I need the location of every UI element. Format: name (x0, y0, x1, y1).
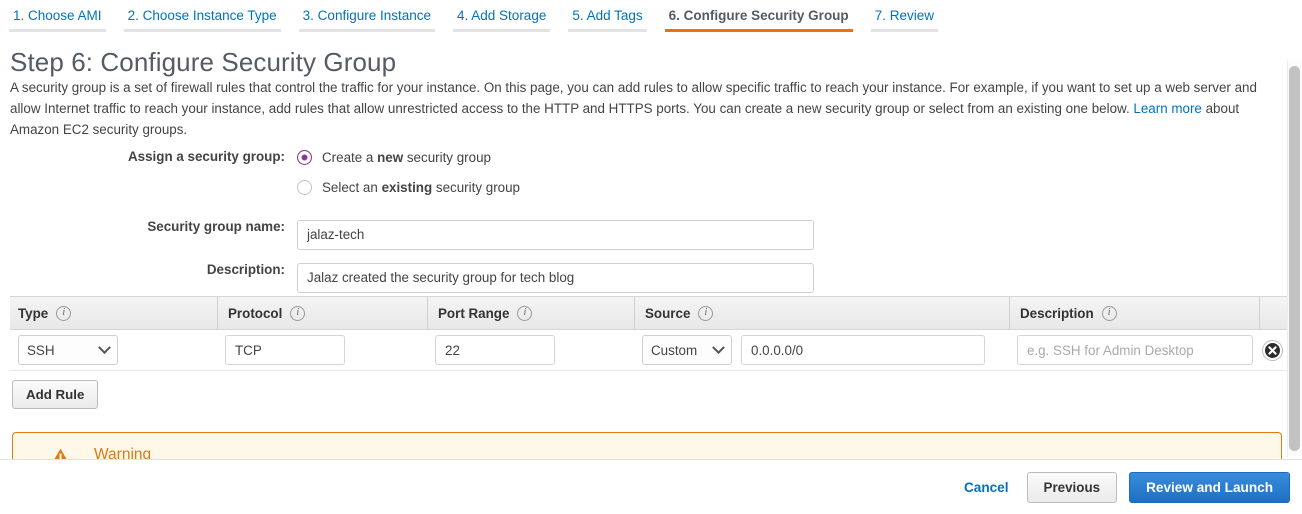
column-header-source: Source i (634, 296, 1009, 330)
info-icon-protocol[interactable]: i (290, 305, 306, 321)
rule-source-kind-select[interactable]: Custom (642, 335, 732, 365)
wizard-tab-underline (453, 29, 551, 32)
column-header-actions (1259, 296, 1290, 330)
column-header-port-range: Port Range i (427, 296, 634, 330)
rule-port-range-input[interactable] (435, 335, 555, 365)
cancel-button[interactable]: Cancel (952, 480, 1021, 495)
rule-type-cell: SSH (10, 330, 217, 371)
radio-select-existing-security-group[interactable] (297, 179, 312, 195)
wizard-tab-add-storage[interactable]: 4. Add Storage (444, 0, 559, 38)
page-intro-text: A security group is a set of firewall ru… (10, 77, 1290, 140)
previous-button[interactable]: Previous (1026, 471, 1118, 503)
assign-security-group-label: Assign a security group: (127, 149, 285, 164)
wizard-tab-label: 5. Add Tags (572, 8, 643, 23)
info-icon-source[interactable]: i (698, 305, 714, 321)
wizard-tab-review[interactable]: 7. Review (862, 0, 947, 38)
wizard-tab-choose-ami[interactable]: 1. Choose AMI (0, 0, 115, 38)
wizard-tab-underline (123, 29, 281, 32)
column-header-description: Description i (1009, 296, 1259, 330)
wizard-tab-underline (298, 29, 436, 32)
column-header-protocol: Protocol i (217, 296, 427, 330)
wizard-tab-label: 4. Add Storage (457, 8, 547, 23)
rule-source-cidr-input[interactable] (741, 335, 985, 365)
table-row: SSH Custom (10, 330, 1290, 371)
wizard-tab-label: 7. Review (874, 8, 934, 23)
wizard-tab-label: 2. Choose Instance Type (127, 8, 277, 23)
security-group-description-row: Description: (0, 256, 1290, 299)
radio-select-existing-label: Select an existing security group (322, 179, 520, 195)
wizard-tab-strip: 1. Choose AMI 2. Choose Instance Type 3.… (0, 0, 938, 38)
wizard-tab-label: 3. Configure Instance (302, 8, 432, 23)
rule-protocol-input[interactable] (225, 335, 345, 365)
delete-rule-icon[interactable] (1263, 340, 1282, 360)
page-title: Step 6: Configure Security Group (10, 47, 397, 77)
wizard-tab-configure-security-group[interactable]: 6. Configure Security Group (656, 0, 862, 38)
security-group-name-label: Security group name: (147, 219, 285, 234)
rule-type-value: SSH (27, 342, 55, 358)
column-header-port-range-label: Port Range (438, 305, 510, 321)
wizard-tab-choose-instance-type[interactable]: 2. Choose Instance Type (115, 0, 290, 38)
column-header-type-label: Type (18, 305, 49, 321)
rule-port-range-cell (427, 330, 634, 371)
ec2-configure-security-group-page: 1. Choose AMI 2. Choose Instance Type 3.… (0, 0, 1302, 514)
rule-source-kind-value: Custom (651, 342, 698, 358)
info-icon-port-range[interactable]: i (517, 305, 533, 321)
wizard-tab-configure-instance[interactable]: 3. Configure Instance (290, 0, 444, 38)
radio-create-new-label: Create a new security group (322, 149, 491, 165)
learn-more-link[interactable]: Learn more (1133, 101, 1201, 116)
security-group-name-input[interactable] (297, 219, 814, 250)
security-group-name-row: Security group name: (0, 213, 1290, 256)
assign-security-group-options: Create a new security group Select an ex… (297, 143, 1290, 201)
wizard-tab-add-tags[interactable]: 5. Add Tags (559, 0, 655, 38)
info-icon-description[interactable]: i (1101, 305, 1117, 321)
info-icon-type[interactable]: i (56, 305, 72, 321)
rule-source-cell: Custom (634, 330, 1009, 371)
wizard-tab-label: 1. Choose AMI (13, 8, 102, 23)
wizard-tab-underline (9, 29, 106, 32)
security-group-description-label: Description: (206, 262, 285, 277)
column-header-type: Type i (10, 296, 217, 330)
security-group-name-control (297, 213, 1290, 256)
chevron-down-icon (98, 340, 111, 354)
wizard-footer-bar: Cancel Previous Review and Launch (0, 459, 1302, 514)
radio-option-select-existing[interactable]: Select an existing security group (297, 173, 1290, 201)
rule-protocol-cell (217, 330, 427, 371)
rule-description-cell (1009, 330, 1259, 371)
wizard-tab-underline-active (664, 29, 853, 32)
rule-actions-cell (1259, 330, 1290, 371)
intro-text-part1: A security group is a set of firewall ru… (10, 80, 1257, 116)
column-header-description-label: Description (1020, 305, 1094, 321)
security-group-form: Assign a security group: Create a new se… (0, 143, 1290, 299)
wizard-tab-label: 6. Configure Security Group (668, 8, 849, 23)
chevron-down-icon (712, 340, 725, 354)
review-and-launch-button[interactable]: Review and Launch (1129, 471, 1290, 503)
add-rule-button[interactable]: Add Rule (12, 380, 99, 409)
security-group-description-input[interactable] (297, 262, 814, 293)
rule-type-select[interactable]: SSH (18, 335, 118, 365)
rule-description-input[interactable] (1017, 335, 1253, 365)
rules-table-header: Type i Protocol i Port Range i Source i … (10, 296, 1290, 330)
page-scrollbar-thumb[interactable] (1289, 66, 1300, 451)
radio-option-create-new[interactable]: Create a new security group (297, 143, 1290, 171)
security-group-rules-table: Type i Protocol i Port Range i Source i … (10, 296, 1290, 371)
wizard-tab-underline (870, 29, 938, 32)
assign-security-group-row: Assign a security group: Create a new se… (0, 143, 1290, 201)
security-group-description-control (297, 256, 1290, 299)
wizard-tab-underline (568, 29, 647, 32)
column-header-protocol-label: Protocol (228, 305, 283, 321)
column-header-source-label: Source (645, 305, 691, 321)
radio-create-new-security-group[interactable] (297, 149, 312, 165)
